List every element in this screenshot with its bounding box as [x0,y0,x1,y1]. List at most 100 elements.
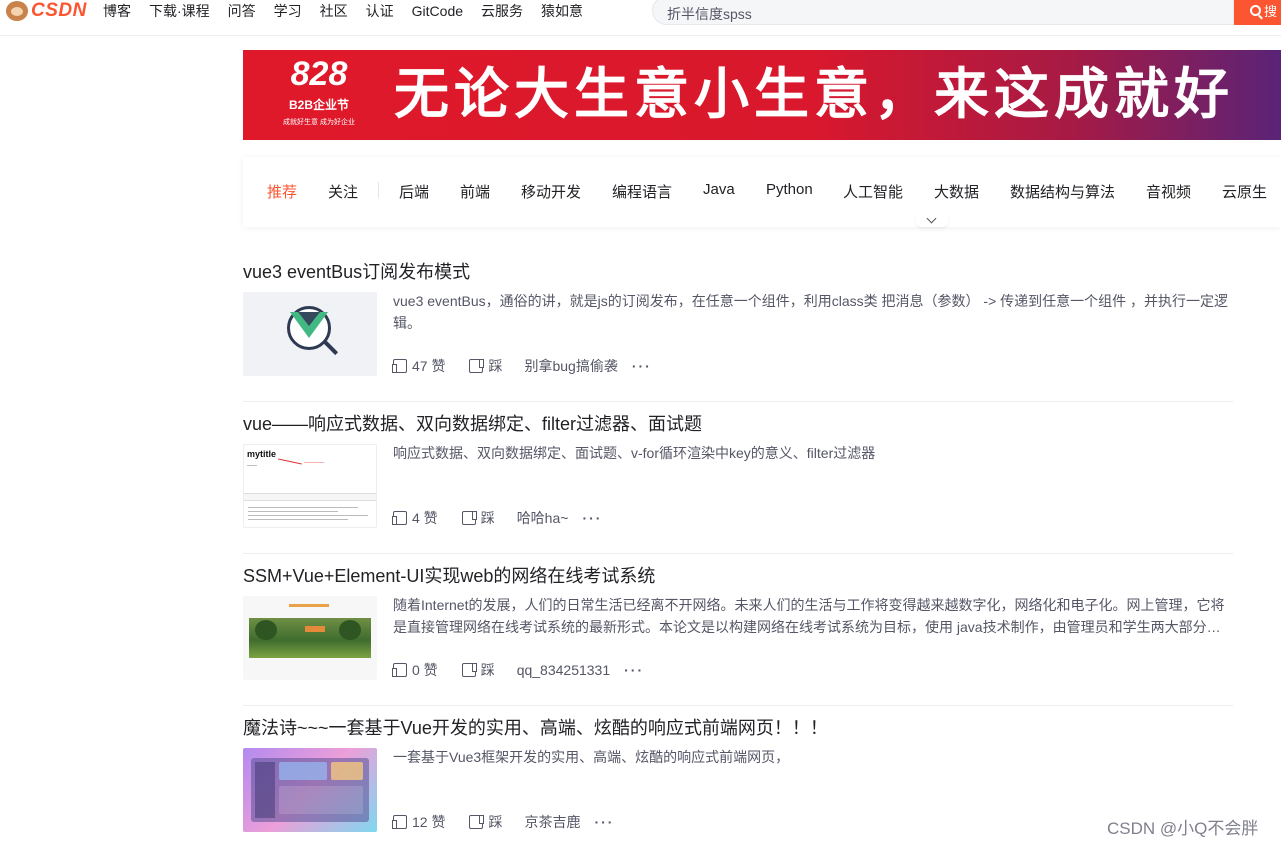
article-author[interactable]: qq_834251331 [517,662,610,678]
article-title[interactable]: vue3 eventBus订阅发布模式 [243,258,470,284]
tab-backend[interactable]: 后端 [399,181,429,202]
top-nav: CSDN 博客 下载·课程 问答 学习 社区 认证 GitCode 云服务 猿如… [0,0,1281,36]
thumbs-down-icon[interactable] [469,359,484,373]
article-title[interactable]: vue——响应式数据、双向数据绑定、filter过滤器、面试题 [243,410,702,436]
like-count[interactable]: 0 赞 [412,660,438,680]
article-card[interactable]: vue——响应式数据、双向数据绑定、filter过滤器、面试题 mytitle … [243,402,1233,554]
dislike-label[interactable]: 踩 [481,508,495,528]
thumbs-up-icon[interactable] [392,663,407,677]
nav-links: 博客 下载·课程 问答 学习 社区 认证 GitCode 云服务 猿如意 [103,0,601,22]
thumbs-up-icon[interactable] [392,815,407,829]
thumbnail-roof [305,626,325,632]
tab-divider [378,182,379,198]
thumbnail-code-line [248,519,348,520]
thumbnail-arrow [278,458,302,465]
tab-java[interactable]: Java [703,181,735,198]
tab-mobile[interactable]: 移动开发 [521,181,581,202]
thumbnail-rows [279,786,363,814]
thumbnail-tree [255,620,277,640]
tab-ai[interactable]: 人工智能 [843,181,903,202]
article-description[interactable]: vue3 eventBus，通俗的讲，就是js的订阅发布，在任意一个组件，利用c… [393,290,1231,334]
expand-categories-button[interactable] [916,213,948,227]
thumbs-up-icon[interactable] [392,511,407,525]
search-input[interactable]: 折半信度spss [652,0,1234,25]
article-title[interactable]: SSM+Vue+Element-UI实现web的网络在线考试系统 [243,562,655,588]
mascot-icon [6,1,28,21]
tab-bigdata[interactable]: 大数据 [934,181,979,202]
thumbnail-code-line [248,511,338,512]
thumbnail-card [331,762,363,780]
nav-link-learn[interactable]: 学习 [274,1,302,21]
thumbnail-header-bar [289,604,329,607]
article-meta: 47 赞 踩 别拿bug搞偷袭 ··· [392,356,652,376]
nav-link-cloud[interactable]: 云服务 [481,1,523,21]
thumbnail-code-line [248,507,358,508]
tab-follow[interactable]: 关注 [328,181,358,202]
thumbnail-toolbar [244,493,376,501]
thumbnail-annotation: ———— [304,460,324,466]
nav-link-download[interactable]: 下载·课程 [149,1,210,21]
article-card[interactable]: 魔法诗~~~一套基于Vue开发的实用、高端、炫酷的响应式前端网页！！！ 一套基于… [243,706,1233,846]
article-thumbnail[interactable] [243,748,377,832]
logo-text: CSDN [31,0,87,21]
nav-link-community[interactable]: 社区 [320,1,348,21]
nav-link-certification[interactable]: 认证 [366,1,394,21]
more-options-icon[interactable]: ··· [632,358,652,374]
article-card[interactable]: SSM+Vue+Element-UI实现web的网络在线考试系统 随着Inter… [243,554,1233,706]
nav-link-gitcode[interactable]: GitCode [412,3,463,19]
thumbnail-sidebar [255,762,275,818]
more-options-icon[interactable]: ··· [582,510,602,526]
nav-link-qa[interactable]: 问答 [228,1,256,21]
chevron-down-icon [926,213,937,224]
nav-link-blog[interactable]: 博客 [103,1,131,21]
dislike-label[interactable]: 踩 [488,812,502,832]
search-button[interactable]: 搜 [1234,0,1281,25]
like-count[interactable]: 4 赞 [412,508,438,528]
banner-badge-title: B2B企业节 [288,98,349,112]
watermark: CSDN @小Q不会胖 [1107,819,1259,838]
article-description[interactable]: 随着Internet的发展，人们的日常生活已经离不开网络。未来人们的生活与工作将… [393,594,1231,638]
tab-algorithms[interactable]: 数据结构与算法 [1010,181,1115,202]
thumbnail-card [279,762,327,780]
vue-logo-inner [298,312,320,326]
more-options-icon[interactable]: ··· [594,814,614,830]
tab-python[interactable]: Python [766,181,813,198]
banner-slogan: 无论大生意小生意，来这成就好 [394,63,1235,125]
banner-badge-sub: 成就好生意 成为好企业 [283,119,355,126]
article-thumbnail[interactable] [243,596,377,680]
article-title[interactable]: 魔法诗~~~一套基于Vue开发的实用、高端、炫酷的响应式前端网页！！！ [243,714,828,740]
article-author[interactable]: 别拿bug搞偷袭 [524,356,617,376]
tab-cloud-native[interactable]: 云原生 [1222,181,1267,202]
article-description[interactable]: 一套基于Vue3框架开发的实用、高端、炫酷的响应式前端网页， [393,746,1231,768]
thumbs-down-icon[interactable] [461,511,476,525]
article-thumbnail[interactable] [243,292,377,376]
article-meta: 12 赞 踩 京茶吉鹿 ··· [392,812,614,832]
nav-link-yuanruyi[interactable]: 猿如意 [541,1,583,21]
search-icon [1250,5,1261,16]
csdn-logo[interactable]: CSDN [6,0,87,22]
tab-languages[interactable]: 编程语言 [612,181,672,202]
thumbs-down-icon[interactable] [461,663,476,677]
more-options-icon[interactable]: ··· [624,662,644,678]
thumbnail-tree [339,620,361,640]
banner-badge-number: 828 [290,55,348,93]
thumbs-down-icon[interactable] [469,815,484,829]
article-author[interactable]: 京茶吉鹿 [524,812,580,832]
banner-badge: 828 B2B企业节 成就好生意 成为好企业 [279,56,359,127]
article-card[interactable]: vue3 eventBus订阅发布模式 vue3 eventBus，通俗的讲，就… [243,250,1233,402]
tab-frontend[interactable]: 前端 [460,181,490,202]
article-thumbnail[interactable]: mytitle —— ———— [243,444,377,528]
tab-av[interactable]: 音视频 [1146,181,1191,202]
thumbs-up-icon[interactable] [392,359,407,373]
dislike-label[interactable]: 踩 [488,356,502,376]
article-author[interactable]: 哈哈ha~ [517,508,569,528]
article-description[interactable]: 响应式数据、双向数据绑定、面试题、v-for循环渲染中key的意义、filter… [393,442,1231,464]
article-meta: 4 赞 踩 哈哈ha~ ··· [392,508,602,528]
like-count[interactable]: 12 赞 [412,812,445,832]
thumbnail-text: mytitle [247,449,277,459]
promo-banner[interactable]: 828 B2B企业节 成就好生意 成为好企业 无论大生意小生意，来这成就好 [243,50,1281,140]
tab-recommend[interactable]: 推荐 [267,181,297,202]
dislike-label[interactable]: 踩 [481,660,495,680]
article-meta: 0 赞 踩 qq_834251331 ··· [392,660,644,680]
like-count[interactable]: 47 赞 [412,356,445,376]
